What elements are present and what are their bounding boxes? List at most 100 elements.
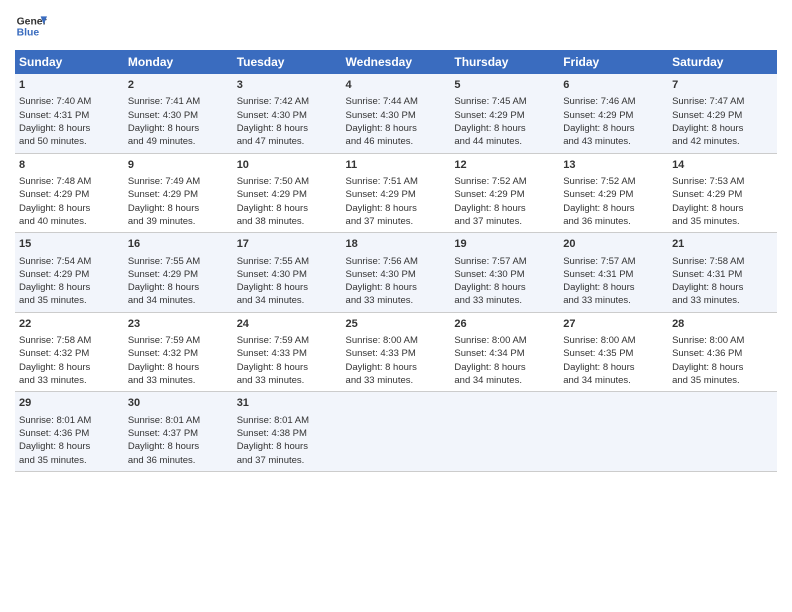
calendar-cell: 21Sunrise: 7:58 AMSunset: 4:31 PMDayligh…: [668, 233, 777, 313]
day-number: 26: [454, 317, 555, 332]
sunrise-text: Sunrise: 7:52 AM: [563, 176, 635, 187]
daylight-text: Daylight: 8 hoursand 42 minutes.: [672, 123, 743, 147]
sunrise-text: Sunrise: 7:55 AM: [128, 256, 200, 267]
sunrise-text: Sunrise: 7:58 AM: [19, 335, 91, 346]
daylight-text: Daylight: 8 hoursand 37 minutes.: [237, 441, 308, 465]
day-number: 3: [237, 78, 338, 93]
col-thursday: Thursday: [450, 50, 559, 74]
calendar-week-4: 22Sunrise: 7:58 AMSunset: 4:32 PMDayligh…: [15, 312, 777, 392]
calendar-cell: [668, 392, 777, 472]
sunset-text: Sunset: 4:29 PM: [454, 189, 524, 200]
calendar-cell: 13 Sunrise: 7:52 AM Sunset: 4:29 PM Dayligh…: [559, 153, 668, 233]
calendar-cell: 3Sunrise: 7:42 AMSunset: 4:30 PMDaylight…: [233, 74, 342, 153]
calendar-cell: 30Sunrise: 8:01 AMSunset: 4:37 PMDayligh…: [124, 392, 233, 472]
sunset-text: Sunset: 4:30 PM: [346, 110, 416, 121]
day-number: 16: [128, 237, 229, 252]
sunrise-text: Sunrise: 7:54 AM: [19, 256, 91, 267]
calendar-cell: 11Sunrise: 7:51 AMSunset: 4:29 PMDayligh…: [342, 153, 451, 233]
calendar-table: Sunday Monday Tuesday Wednesday Thursday…: [15, 50, 777, 472]
sunset-text: Sunset: 4:33 PM: [237, 348, 307, 359]
sunrise-text: Sunrise: 7:57 AM: [454, 256, 526, 267]
daylight-text: Daylight: 8 hoursand 34 minutes.: [454, 362, 525, 386]
day-number: 9: [128, 158, 229, 173]
col-tuesday: Tuesday: [233, 50, 342, 74]
calendar-cell: 1Sunrise: 7:40 AMSunset: 4:31 PMDaylight…: [15, 74, 124, 153]
sunset-text: Sunset: 4:30 PM: [128, 110, 198, 121]
day-number: 14: [672, 158, 773, 173]
day-number: 1: [19, 78, 120, 93]
sunset-text: Sunset: 4:31 PM: [563, 269, 633, 280]
sunset-text: Sunset: 4:32 PM: [128, 348, 198, 359]
calendar-week-3: 15Sunrise: 7:54 AMSunset: 4:29 PMDayligh…: [15, 233, 777, 313]
day-number: 11: [346, 158, 447, 173]
daylight-text: Daylight: 8 hoursand 44 minutes.: [454, 123, 525, 147]
calendar-cell: 23 Sunrise: 7:59 AM Sunset: 4:32 PM Dayligh…: [124, 312, 233, 392]
sunset-text: Sunset: 4:29 PM: [672, 110, 742, 121]
calendar-cell: 14Sunrise: 7:53 AMSunset: 4:29 PMDayligh…: [668, 153, 777, 233]
calendar-cell: 7Sunrise: 7:47 AMSunset: 4:29 PMDaylight…: [668, 74, 777, 153]
sunrise-text: Sunrise: 8:00 AM: [454, 335, 526, 346]
col-sunday: Sunday: [15, 50, 124, 74]
sunrise-text: Sunrise: 7:55 AM: [237, 256, 309, 267]
daylight-text: Daylight: 8 hoursand 40 minutes.: [19, 203, 90, 227]
daylight-text: Daylight: 8 hoursand 47 minutes.: [237, 123, 308, 147]
col-monday: Monday: [124, 50, 233, 74]
day-number: 8: [19, 158, 120, 173]
sunset-text: Sunset: 4:30 PM: [237, 269, 307, 280]
sunset-text: Sunset: 4:29 PM: [128, 189, 198, 200]
calendar-cell: 28Sunrise: 8:00 AMSunset: 4:36 PMDayligh…: [668, 312, 777, 392]
sunrise-text: Sunrise: 7:45 AM: [454, 96, 526, 107]
calendar-cell: 31Sunrise: 8:01 AMSunset: 4:38 PMDayligh…: [233, 392, 342, 472]
day-number: 5: [454, 78, 555, 93]
calendar-cell: 16Sunrise: 7:55 AMSunset: 4:29 PMDayligh…: [124, 233, 233, 313]
daylight-text: Daylight: 8 hoursand 33 minutes.: [563, 282, 634, 306]
day-number: 7: [672, 78, 773, 93]
daylight-text: Daylight: 8 hoursand 36 minutes.: [563, 203, 634, 227]
day-number: 31: [237, 396, 338, 411]
daylight-text: Daylight: 8 hoursand 37 minutes.: [346, 203, 417, 227]
sunrise-text: Sunrise: 8:01 AM: [237, 415, 309, 426]
day-number: 23: [128, 317, 229, 332]
day-number: 13: [563, 158, 664, 173]
calendar-week-2: 8Sunrise: 7:48 AMSunset: 4:29 PMDaylight…: [15, 153, 777, 233]
sunrise-text: Sunrise: 7:49 AM: [128, 176, 200, 187]
day-number: 15: [19, 237, 120, 252]
day-number: 2: [128, 78, 229, 93]
calendar-cell: 6Sunrise: 7:46 AMSunset: 4:29 PMDaylight…: [559, 74, 668, 153]
day-number: 19: [454, 237, 555, 252]
calendar-cell: 27Sunrise: 8:00 AMSunset: 4:35 PMDayligh…: [559, 312, 668, 392]
sunset-text: Sunset: 4:30 PM: [237, 110, 307, 121]
calendar-cell: 5Sunrise: 7:45 AMSunset: 4:29 PMDaylight…: [450, 74, 559, 153]
sunrise-text: Sunrise: 7:59 AM: [128, 335, 200, 346]
day-number: 27: [563, 317, 664, 332]
sunrise-text: Sunrise: 8:00 AM: [672, 335, 744, 346]
sunset-text: Sunset: 4:35 PM: [563, 348, 633, 359]
sunrise-text: Sunrise: 8:01 AM: [128, 415, 200, 426]
daylight-text: Daylight: 8 hoursand 33 minutes.: [346, 362, 417, 386]
sunrise-text: Sunrise: 7:51 AM: [346, 176, 418, 187]
calendar-cell: 24Sunrise: 7:59 AMSunset: 4:33 PMDayligh…: [233, 312, 342, 392]
day-number: 25: [346, 317, 447, 332]
day-number: 10: [237, 158, 338, 173]
sunset-text: Sunset: 4:29 PM: [672, 189, 742, 200]
day-number: 20: [563, 237, 664, 252]
day-number: 12: [454, 158, 555, 173]
calendar-week-5: 29Sunrise: 8:01 AMSunset: 4:36 PMDayligh…: [15, 392, 777, 472]
daylight-text: Daylight: 8 hoursand 33 minutes.: [128, 362, 199, 386]
sunrise-text: Sunrise: 7:58 AM: [672, 256, 744, 267]
daylight-text: Daylight: 8 hoursand 46 minutes.: [346, 123, 417, 147]
daylight-text: Daylight: 8 hoursand 36 minutes.: [128, 441, 199, 465]
col-saturday: Saturday: [668, 50, 777, 74]
sunset-text: Sunset: 4:29 PM: [563, 189, 633, 200]
sunrise-text: Sunrise: 7:52 AM: [454, 176, 526, 187]
sunrise-text: Sunrise: 7:59 AM: [237, 335, 309, 346]
sunset-text: Sunset: 4:34 PM: [454, 348, 524, 359]
daylight-text: Daylight: 8 hoursand 35 minutes.: [19, 282, 90, 306]
day-number: 21: [672, 237, 773, 252]
daylight-text: Daylight: 8 hoursand 49 minutes.: [128, 123, 199, 147]
calendar-cell: 26 Sunrise: 8:00 AM Sunset: 4:34 PM Dayligh…: [450, 312, 559, 392]
header-row: Sunday Monday Tuesday Wednesday Thursday…: [15, 50, 777, 74]
calendar-cell: 29Sunrise: 8:01 AMSunset: 4:36 PMDayligh…: [15, 392, 124, 472]
logo: General Blue: [15, 10, 51, 42]
sunset-text: Sunset: 4:36 PM: [672, 348, 742, 359]
